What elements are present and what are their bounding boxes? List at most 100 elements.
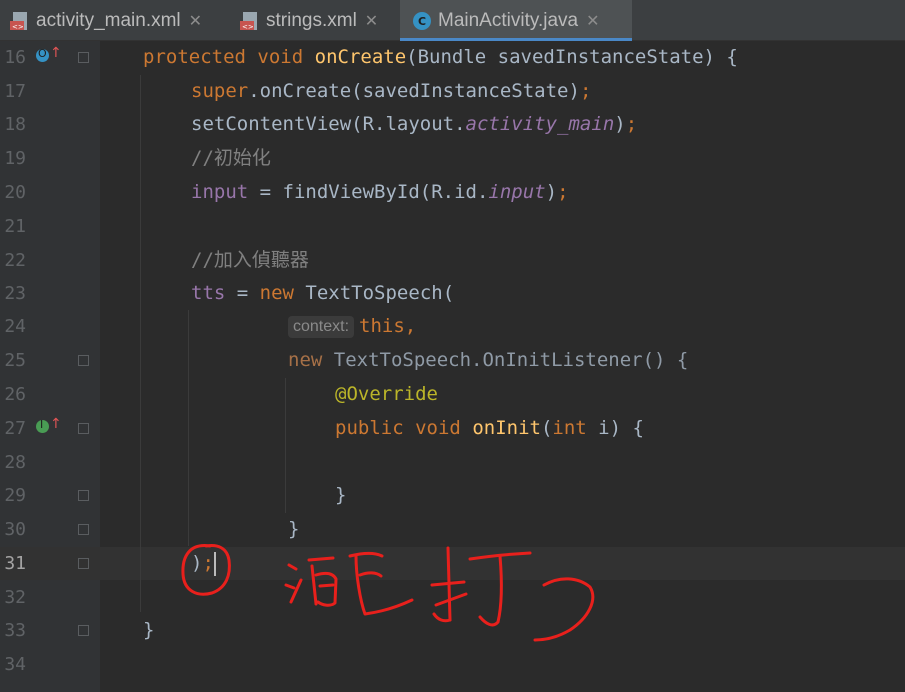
code-text: TextToSpeech.OnInitListener() { xyxy=(322,349,689,371)
keyword: protected xyxy=(143,46,246,68)
arrow-up-icon: ↑ xyxy=(50,416,62,432)
keyword: new xyxy=(288,349,323,371)
code-text: } xyxy=(143,619,155,641)
gutter-marker-letter: I xyxy=(40,418,44,431)
text-caret xyxy=(214,552,216,576)
code-line-17: 17 super.onCreate(savedInstanceState); xyxy=(0,75,905,108)
xml-file-icon: <> xyxy=(240,11,257,31)
fold-end-icon[interactable] xyxy=(78,490,89,501)
keyword: public xyxy=(335,417,404,439)
line-number: 24 xyxy=(4,316,26,337)
code-text: (Bundle savedInstanceState) { xyxy=(406,46,738,68)
semicolon: ; xyxy=(557,181,569,203)
tab-activity-main-xml[interactable]: <> activity_main.xml ✕ xyxy=(0,0,232,41)
gutter-marker-letter: O xyxy=(38,47,47,60)
line-number: 26 xyxy=(4,384,26,405)
code-line-31: 31 ); xyxy=(0,547,905,580)
tab-label: MainActivity.java xyxy=(438,9,579,31)
static-field: input xyxy=(488,181,546,203)
tab-label: strings.xml xyxy=(266,9,357,31)
java-class-icon: C xyxy=(413,11,431,30)
code-text: ) xyxy=(614,113,626,135)
line-number: 27 xyxy=(4,418,26,439)
line-number: 16 xyxy=(4,47,26,68)
field-name: input xyxy=(191,181,249,203)
close-icon[interactable]: ✕ xyxy=(586,11,599,31)
keyword: this, xyxy=(359,315,417,337)
line-number: 33 xyxy=(4,620,26,641)
keyword: new xyxy=(259,282,294,304)
line-number: 17 xyxy=(4,81,26,102)
svg-text:<>: <> xyxy=(242,23,254,31)
parameter-hint: context: xyxy=(288,316,355,338)
code-text: setContentView(R.layout. xyxy=(191,113,466,135)
comment: //加入偵聽器 xyxy=(191,249,309,271)
fold-end-icon[interactable] xyxy=(78,558,89,569)
line-number: 30 xyxy=(4,519,26,540)
fold-marker-icon[interactable] xyxy=(78,52,89,63)
code-text: } xyxy=(288,518,300,540)
code-text: .onCreate(savedInstanceState) xyxy=(248,80,580,102)
close-icon[interactable]: ✕ xyxy=(189,11,202,31)
fold-end-icon[interactable] xyxy=(78,524,89,535)
semicolon: ; xyxy=(625,113,638,135)
code-line-34: 34 xyxy=(0,648,905,681)
field-name: tts xyxy=(191,282,226,304)
code-text: = xyxy=(225,282,260,304)
code-line-18: 18 setContentView(R.layout.activity_main… xyxy=(0,108,905,141)
tab-label: activity_main.xml xyxy=(36,9,181,31)
arrow-up-icon: ↑ xyxy=(50,45,62,61)
implement-up-arrow-icon[interactable]: I xyxy=(36,418,49,433)
line-number: 29 xyxy=(4,485,26,506)
code-line-16: 16 O ↑ protected void onCreate(Bundle sa… xyxy=(0,41,905,74)
semicolon: ; xyxy=(202,552,214,574)
static-field: activity_main xyxy=(465,113,615,135)
line-number: 20 xyxy=(4,182,26,203)
code-text: ) xyxy=(545,181,558,203)
code-text: TextToSpeech( xyxy=(293,282,455,304)
code-line-33: 33 } xyxy=(0,614,905,647)
code-line-29: 29 } xyxy=(0,479,905,512)
cut-off-code-line xyxy=(190,684,530,692)
semicolon: ; xyxy=(579,80,592,102)
svg-text:<>: <> xyxy=(12,23,24,31)
method-name: onInit xyxy=(472,417,541,439)
keyword: super xyxy=(191,80,249,102)
line-number: 31 xyxy=(4,553,26,574)
keyword: void xyxy=(257,46,304,68)
class-icon-letter: C xyxy=(418,15,426,28)
code-text: = findViewById(R.id. xyxy=(248,181,489,203)
code-line-22: 22 //加入偵聽器 xyxy=(0,244,905,277)
tab-mainactivity-java[interactable]: C MainActivity.java ✕ xyxy=(400,0,632,41)
fold-end-icon[interactable] xyxy=(78,625,89,636)
code-line-30: 30 } xyxy=(0,513,905,546)
code-text: i) { xyxy=(586,417,644,439)
line-number: 32 xyxy=(4,587,26,608)
tab-strings-xml[interactable]: <> strings.xml ✕ xyxy=(232,0,400,41)
keyword: int xyxy=(552,417,587,439)
fold-marker-icon[interactable] xyxy=(78,423,89,434)
line-number: 19 xyxy=(4,148,26,169)
code-line-20: 20 input = findViewById(R.id.input); xyxy=(0,176,905,209)
line-number: 28 xyxy=(4,452,26,473)
code-line-26: 26 @Override xyxy=(0,378,905,411)
code-text: ( xyxy=(540,417,553,439)
keyword: void xyxy=(415,417,461,439)
line-number: 25 xyxy=(4,350,26,371)
code-line-32: 32 xyxy=(0,581,905,614)
code-text: ) xyxy=(191,552,203,574)
code-line-21: 21 xyxy=(0,210,905,243)
override-up-arrow-icon[interactable]: O xyxy=(36,47,49,62)
fold-marker-icon[interactable] xyxy=(78,355,89,366)
line-number: 21 xyxy=(4,216,26,237)
code-line-23: 23 tts = new TextToSpeech( xyxy=(0,277,905,310)
comment: //初始化 xyxy=(191,147,271,169)
code-line-19: 19 //初始化 xyxy=(0,142,905,175)
line-number: 23 xyxy=(4,283,26,304)
line-number: 34 xyxy=(4,654,26,675)
line-number: 22 xyxy=(4,250,26,271)
code-line-28: 28 xyxy=(0,446,905,479)
editor-tab-bar: <> activity_main.xml ✕ <> strings.xml ✕ … xyxy=(0,0,905,41)
annotation: @Override xyxy=(335,383,438,405)
close-icon[interactable]: ✕ xyxy=(365,11,378,31)
